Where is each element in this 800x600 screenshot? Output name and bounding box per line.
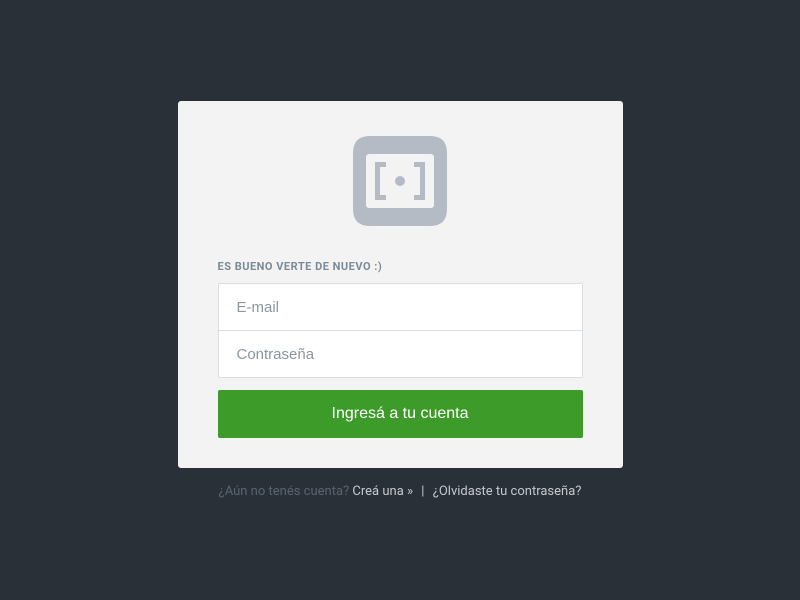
form-heading: ES BUENO VERTE DE NUEVO :)	[218, 260, 383, 273]
logo-icon	[353, 136, 447, 226]
forgot-password-link[interactable]: ¿Olvidaste tu contraseña?	[433, 484, 582, 499]
password-input[interactable]	[218, 330, 583, 378]
create-account-link[interactable]: Creá una »	[352, 484, 413, 499]
footer-separator: |	[418, 484, 428, 499]
footer-text: ¿Aún no tenés cuenta? Creá una » | ¿Olvi…	[219, 484, 582, 499]
email-input[interactable]	[218, 283, 583, 331]
logo-container	[353, 136, 447, 230]
login-card: ES BUENO VERTE DE NUEVO :) Ingresá a tu …	[178, 101, 623, 468]
no-account-text: ¿Aún no tenés cuenta?	[219, 484, 353, 499]
submit-button[interactable]: Ingresá a tu cuenta	[218, 390, 583, 438]
